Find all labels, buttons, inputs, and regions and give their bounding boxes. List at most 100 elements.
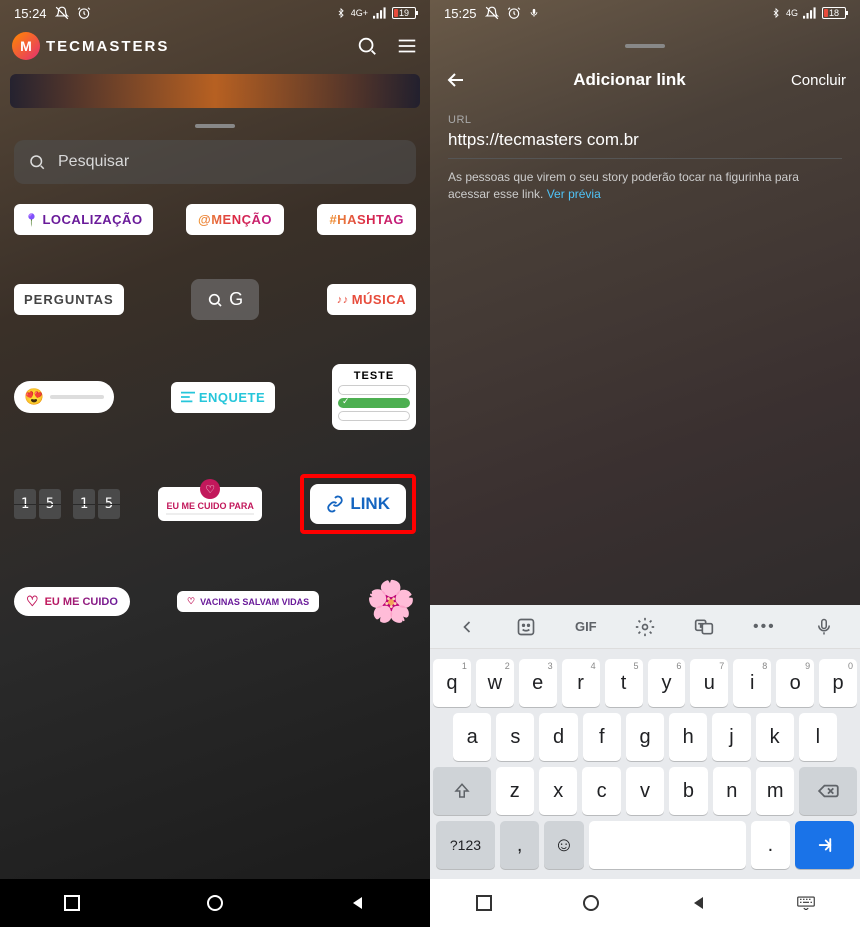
key-symbols[interactable]: ?123: [436, 821, 495, 869]
sheet-handle-icon[interactable]: [195, 124, 235, 128]
kb-mic-icon[interactable]: [815, 617, 833, 637]
bluetooth-icon: [771, 6, 781, 20]
sticker-mention[interactable]: @MENÇÃO: [186, 204, 284, 235]
add-link-header: Adicionar link Concluir: [430, 26, 860, 100]
link-icon: [326, 495, 344, 513]
nav-home[interactable]: [205, 893, 225, 913]
keyboard-row-4: ?123 , ☺ .: [436, 821, 854, 869]
kb-more-icon[interactable]: •••: [753, 618, 776, 636]
status-time: 15:24: [14, 6, 47, 21]
key-c[interactable]: c: [582, 767, 620, 815]
heart-icon: ♡: [200, 479, 220, 499]
key-m[interactable]: m: [756, 767, 794, 815]
key-f[interactable]: f: [583, 713, 621, 761]
key-v[interactable]: v: [626, 767, 664, 815]
url-input[interactable]: https://tecmasters com.br: [448, 126, 842, 159]
nav-recents[interactable]: [62, 893, 82, 913]
kb-gif-button[interactable]: GIF: [575, 619, 597, 634]
banner-ad[interactable]: [10, 74, 420, 108]
back-button[interactable]: [444, 68, 468, 92]
key-s[interactable]: s: [496, 713, 534, 761]
sticker-hashtag[interactable]: #HASHTAG: [317, 204, 416, 235]
key-k[interactable]: k: [756, 713, 794, 761]
key-backspace[interactable]: [799, 767, 857, 815]
sticker-music[interactable]: MÚSICA: [327, 284, 416, 315]
key-n[interactable]: n: [713, 767, 751, 815]
key-x[interactable]: x: [539, 767, 577, 815]
key-e[interactable]: e3: [519, 659, 557, 707]
sticker-link[interactable]: LINK: [310, 484, 406, 524]
signal-icon: [803, 7, 817, 19]
page-title: Adicionar link: [573, 70, 685, 90]
key-d[interactable]: d: [539, 713, 577, 761]
kb-collapse-icon[interactable]: [457, 617, 477, 637]
sticker-eu-me-cuido[interactable]: ♡ EU ME CUIDO: [14, 587, 130, 616]
sticker-search[interactable]: [14, 140, 416, 184]
alarm-icon: [77, 6, 91, 20]
nav-recents[interactable]: [474, 893, 494, 913]
sticker-questions[interactable]: PERGUNTAS: [14, 284, 124, 315]
done-button[interactable]: Concluir: [791, 72, 846, 89]
heart-eyes-icon: 😍: [24, 387, 44, 407]
key-u[interactable]: u7: [690, 659, 728, 707]
keyboard: GIF ••• q1w2e3r4t5y6u7i8o9p0 asdfghjkl z…: [430, 605, 860, 879]
sticker-clock[interactable]: 1 5 1 5: [14, 489, 120, 519]
search-icon: [28, 153, 46, 171]
kb-settings-icon[interactable]: [635, 617, 655, 637]
key-o[interactable]: o9: [776, 659, 814, 707]
heart-icon: ♡: [26, 593, 39, 610]
key-b[interactable]: b: [669, 767, 707, 815]
status-bar-right: 15:25 4G 18: [430, 0, 860, 26]
key-p[interactable]: p0: [819, 659, 857, 707]
sheet-handle-icon[interactable]: [625, 44, 665, 48]
status-time: 15:25: [444, 6, 477, 21]
key-emoji[interactable]: ☺: [544, 821, 583, 869]
search-input[interactable]: [58, 153, 402, 171]
status-bar-left: 15:24 4G+ 19: [0, 0, 430, 26]
key-period[interactable]: .: [751, 821, 790, 869]
key-t[interactable]: t5: [605, 659, 643, 707]
search-icon[interactable]: [356, 35, 378, 57]
key-j[interactable]: j: [712, 713, 750, 761]
key-i[interactable]: i8: [733, 659, 771, 707]
url-label: URL: [448, 114, 842, 126]
key-h[interactable]: h: [669, 713, 707, 761]
sticker-flower[interactable]: 🌸: [366, 578, 416, 625]
nav-home[interactable]: [581, 893, 601, 913]
sticker-quiz[interactable]: TESTE: [332, 364, 416, 430]
sticker-gif[interactable]: G: [191, 279, 259, 320]
key-enter[interactable]: [795, 821, 854, 869]
kb-translate-icon[interactable]: [694, 617, 714, 637]
key-r[interactable]: r4: [562, 659, 600, 707]
key-q[interactable]: q1: [433, 659, 471, 707]
alarm-off-icon: [55, 6, 69, 20]
alarm-off-icon: [485, 6, 499, 20]
brand-logo-icon: M: [12, 32, 40, 60]
sticker-location[interactable]: LOCALIZAÇÃO: [14, 204, 153, 235]
nav-keyboard-hide[interactable]: [796, 893, 816, 913]
menu-icon[interactable]: [396, 35, 418, 57]
key-shift[interactable]: [433, 767, 491, 815]
nav-back[interactable]: [689, 893, 709, 913]
key-z[interactable]: z: [496, 767, 534, 815]
preview-link[interactable]: Ver prévia: [547, 187, 601, 201]
nav-back[interactable]: [348, 893, 368, 913]
keyboard-row-3: zxcvbnm: [433, 767, 857, 815]
kb-sticker-icon[interactable]: [516, 617, 536, 637]
key-comma[interactable]: ,: [500, 821, 539, 869]
sticker-vacinas[interactable]: ♡ VACINAS SALVAM VIDAS: [177, 591, 319, 612]
sticker-cuido-para[interactable]: ♡ EU ME CUIDO PARA: [158, 487, 261, 521]
key-w[interactable]: w2: [476, 659, 514, 707]
key-l[interactable]: l: [799, 713, 837, 761]
key-y[interactable]: y6: [648, 659, 686, 707]
key-g[interactable]: g: [626, 713, 664, 761]
sticker-emoji-slider[interactable]: 😍: [14, 381, 114, 413]
network-label: 4G+: [351, 8, 368, 18]
app-header: M TECMASTERS: [0, 26, 430, 66]
key-a[interactable]: a: [453, 713, 491, 761]
key-space[interactable]: [589, 821, 746, 869]
sticker-grid: LOCALIZAÇÃO @MENÇÃO #HASHTAG PERGUNTAS G…: [0, 184, 430, 729]
sticker-poll[interactable]: ENQUETE: [171, 382, 275, 413]
phone-left: 15:24 4G+ 19 M TECMASTERS: [0, 0, 430, 927]
link-highlight-box: LINK: [300, 474, 416, 534]
